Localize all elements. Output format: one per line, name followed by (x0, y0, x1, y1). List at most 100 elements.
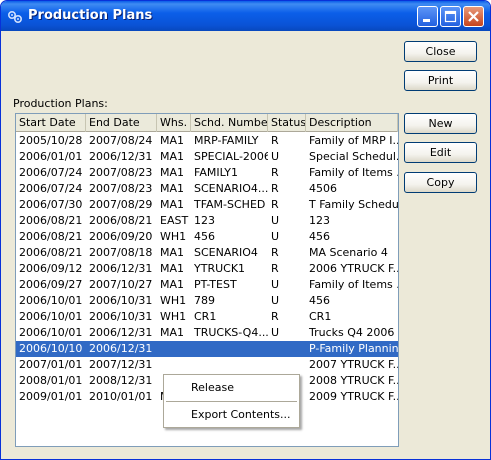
maximize-button[interactable] (440, 6, 461, 27)
cell-whs: MA1 (160, 246, 185, 259)
cell-description: 123 (309, 214, 330, 227)
cell-schd-number: MRP-FAMILY (194, 134, 259, 147)
cell-status: R (271, 166, 279, 179)
table-row[interactable]: 2006/10/01 2006/10/31 WH1 789 U 456 (16, 293, 398, 309)
cell-schd-number: YTRUCK1 (194, 262, 246, 275)
table-row[interactable]: 2005/10/28 2007/08/24 MA1 MRP-FAMILY R Family… (16, 133, 398, 149)
close-window-button[interactable] (463, 6, 484, 27)
cell-end-date: 2007/08/23 (89, 166, 153, 179)
cell-whs: WH1 (160, 310, 187, 323)
context-menu-export-contents[interactable]: Export Contents... (165, 406, 298, 424)
table-row[interactable]: 2006/08/21 2006/09/20 WH1 456 U 456 (16, 229, 398, 245)
cell-end-date: 2007/08/29 (89, 198, 153, 211)
cell-end-date: 2006/10/31 (89, 310, 153, 323)
cell-whs: EAST (160, 214, 189, 227)
copy-button[interactable]: Copy (404, 172, 477, 193)
table-row[interactable]: 2006/08/21 2006/08/21 EAST 123 U 123 (16, 213, 398, 229)
title-bar[interactable]: Production Plans (1, 1, 490, 31)
table-row[interactable]: 2006/09/12 2006/12/31 MA1 YTRUCK1 R 2006 YTRU… (16, 261, 398, 277)
cell-whs: MA1 (160, 134, 185, 147)
column-header-start-date[interactable]: Start Date (16, 114, 86, 132)
cell-schd-number: TFAM-SCHED (194, 198, 266, 211)
cell-description: Family of MRP I... (309, 134, 398, 147)
cell-description: 2009 YTRUCK F... (309, 390, 398, 403)
cell-whs: WH1 (160, 230, 187, 243)
context-menu-separator (166, 401, 297, 402)
table-row[interactable]: 2006/09/27 2007/10/27 MA1 PT-TEST U Family of… (16, 277, 398, 293)
window-title: Production Plans (28, 8, 153, 23)
cell-status: R (271, 246, 279, 259)
cell-schd-number: TRUCKS-Q4... (194, 326, 268, 339)
cell-status: R (271, 182, 279, 195)
cell-start-date: 2006/08/21 (19, 246, 83, 259)
table-row[interactable]: 2006/08/21 2007/08/18 MA1 SCENARIO4 R MA Scen… (16, 245, 398, 261)
column-header-status[interactable]: Status (268, 114, 306, 132)
cell-description: Family of Items ... (309, 166, 398, 179)
cell-start-date: 2006/07/24 (19, 182, 83, 195)
cell-status (268, 341, 306, 357)
cell-start-date: 2006/08/21 (19, 230, 83, 243)
cell-description: P-Family Plannin... (309, 342, 398, 355)
minimize-icon (423, 19, 430, 22)
table-row-selected[interactable]: 2006/10/10 2006/12/31 P-Family Plannin... (16, 341, 398, 357)
table-row[interactable]: 2006/07/24 2007/08/23 MA1 FAMILY1 R Family of… (16, 165, 398, 181)
cell-schd-number: PT-TEST (194, 278, 237, 291)
context-menu: Release Export Contents... (163, 374, 300, 428)
cell-status: U (271, 214, 280, 227)
print-button[interactable]: Print (404, 70, 477, 91)
column-header-end-date[interactable]: End Date (86, 114, 157, 132)
column-header-schd-number[interactable]: Schd. Number (191, 114, 268, 132)
table-row[interactable]: 2007/01/01 2007/12/31 2007 YTRUCK F... (16, 357, 398, 373)
cell-schd-number: SCENARIO4 (194, 246, 258, 259)
cell-end-date: 2006/08/21 (89, 214, 153, 227)
cell-status: U (271, 230, 280, 243)
column-header-whs[interactable]: Whs. (157, 114, 191, 132)
column-header-description[interactable]: Description (306, 114, 398, 132)
cell-description: Trucks Q4 2006 (309, 326, 395, 339)
cell-description: 456 (309, 230, 330, 243)
table-header: Start Date End Date Whs. Schd. Number St… (16, 114, 398, 132)
table-row[interactable]: 2006/10/01 2006/12/31 MA1 TRUCKS-Q4... U Truc… (16, 325, 398, 341)
cell-schd-number: 789 (194, 294, 215, 307)
window-client-area: Close Print Production Plans: New Edit C… (4, 31, 487, 457)
gears-icon (7, 10, 23, 24)
minimize-button[interactable] (417, 6, 438, 27)
cell-end-date: 2008/12/31 (89, 374, 153, 387)
cell-start-date: 2007/01/01 (19, 358, 83, 371)
cell-start-date: 2006/10/10 (19, 342, 83, 355)
cell-end-date: 2007/10/27 (89, 278, 153, 291)
cell-whs: MA1 (160, 182, 185, 195)
cell-whs: WH1 (160, 294, 187, 307)
cell-schd-number: SCENARIO4... (194, 182, 268, 195)
cell-start-date: 2006/07/30 (19, 198, 83, 211)
cell-status: U (271, 278, 280, 291)
cell-schd-number: 123 (194, 214, 215, 227)
cell-start-date: 2006/10/01 (19, 326, 83, 339)
table-row[interactable]: 2006/01/01 2006/12/31 MA1 SPECIAL-2006 U Spec… (16, 149, 398, 165)
cell-description: CR1 (309, 310, 332, 323)
table-row[interactable]: 2006/07/30 2007/08/29 MA1 TFAM-SCHED R T Fami… (16, 197, 398, 213)
new-button[interactable]: New (404, 113, 477, 134)
cell-status: R (271, 198, 279, 211)
cell-start-date: 2006/09/12 (19, 262, 83, 275)
cell-end-date: 2007/12/31 (89, 358, 153, 371)
cell-start-date: 2006/08/21 (19, 214, 83, 227)
cell-start-date: 2006/10/01 (19, 310, 83, 323)
cell-whs (157, 341, 191, 357)
cell-description: Family of Items ... (309, 278, 398, 291)
cell-start-date: 2006/09/27 (19, 278, 83, 291)
cell-start-date: 2005/10/28 (19, 134, 83, 147)
cell-description: MA Scenario 4 (309, 246, 388, 259)
close-button[interactable]: Close (404, 41, 477, 62)
context-menu-release[interactable]: Release (165, 379, 298, 397)
cell-end-date: 2006/12/31 (89, 342, 153, 355)
table-row[interactable]: 2006/10/01 2006/10/31 WH1 CR1 R CR1 (16, 309, 398, 325)
cell-schd-number: 456 (194, 230, 215, 243)
table-row[interactable]: 2006/07/24 2007/08/23 MA1 SCENARIO4... R 4506 (16, 181, 398, 197)
cell-start-date: 2006/01/01 (19, 150, 83, 163)
cell-status: U (271, 294, 280, 307)
edit-button[interactable]: Edit (404, 142, 477, 163)
cell-whs (157, 357, 191, 373)
cell-end-date: 2007/08/18 (89, 246, 153, 259)
cell-end-date: 2006/12/31 (89, 262, 153, 275)
